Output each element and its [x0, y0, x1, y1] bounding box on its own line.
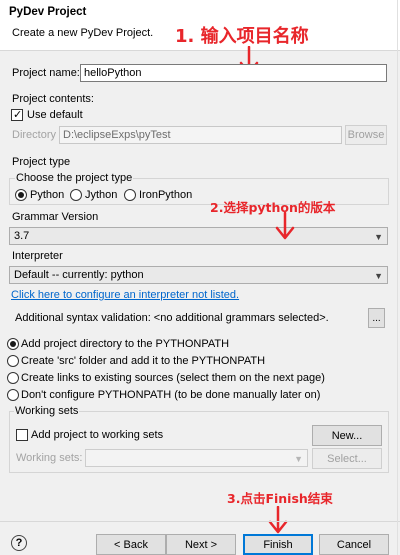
radio-jython[interactable]: [70, 189, 82, 201]
syntax-validation-button[interactable]: ...: [368, 308, 385, 328]
add-to-working-sets-label: Add project to working sets: [31, 429, 164, 441]
interpreter-label: Interpreter: [12, 250, 63, 262]
radio-create-links-label: Create links to existing sources (select…: [21, 372, 325, 384]
radio-ironpython-label: IronPython: [139, 189, 193, 201]
grammar-version-select[interactable]: 3.7 ▼: [9, 227, 388, 245]
chevron-down-icon: ▼: [374, 271, 383, 281]
working-sets-select[interactable]: ▼: [85, 449, 308, 467]
add-to-working-sets-checkbox[interactable]: [16, 429, 28, 441]
annotation-step1: 1. 输入项目名称: [175, 26, 309, 47]
grammar-version-value: 3.7: [14, 230, 30, 242]
next-button[interactable]: Next >: [166, 534, 236, 555]
chevron-down-icon: ▼: [374, 232, 383, 242]
directory-input[interactable]: D:\eclipseExps\pyTest: [59, 126, 342, 144]
radio-dont-configure[interactable]: [7, 389, 19, 401]
cancel-button[interactable]: Cancel: [319, 534, 389, 555]
radio-ironpython[interactable]: [124, 189, 136, 201]
back-button[interactable]: < Back: [96, 534, 166, 555]
footer-separator: [0, 521, 400, 522]
grammar-version-label: Grammar Version: [12, 211, 99, 223]
annotation-arrow-3: [268, 506, 288, 534]
radio-create-links[interactable]: [7, 372, 19, 384]
radio-add-project-dir[interactable]: [7, 338, 19, 350]
dialog-title: PyDev Project: [9, 6, 87, 18]
syntax-validation-label: Additional syntax validation: <no additi…: [15, 312, 329, 324]
radio-python-label: Python: [30, 189, 65, 201]
directory-label: Directory: [12, 129, 57, 141]
use-default-label: Use default: [27, 109, 83, 121]
project-type-group-label: Choose the project type: [15, 172, 134, 184]
project-name-input[interactable]: helloPython: [80, 64, 387, 82]
radio-create-src-label: Create 'src' folder and add it to the PY…: [21, 355, 266, 367]
help-icon[interactable]: ?: [11, 535, 27, 551]
annotation-step3: 3.点击Finish结束: [227, 491, 333, 506]
project-type-heading: Project type: [12, 156, 71, 168]
radio-create-src[interactable]: [7, 355, 19, 367]
radio-selected-dot: [18, 192, 24, 198]
annotation-step2: 2.选择python的版本: [210, 200, 336, 215]
radio-jython-label: Jython: [85, 189, 118, 201]
working-sets-label: Working sets:: [16, 452, 83, 464]
radio-python[interactable]: [15, 189, 27, 201]
working-sets-group-label: Working sets: [14, 405, 80, 417]
finish-button[interactable]: Finish: [243, 534, 313, 555]
radio-selected-dot: [10, 341, 16, 347]
radio-dont-configure-label: Don't configure PYTHONPATH (to be done m…: [21, 389, 321, 401]
use-default-checkbox[interactable]: ✓: [11, 109, 23, 121]
chevron-down-icon: ▼: [294, 454, 303, 464]
project-name-label: Project name:: [12, 67, 80, 79]
window-edge: [397, 0, 398, 555]
new-working-set-button[interactable]: New...: [312, 425, 382, 446]
dialog-description: Create a new PyDev Project.: [12, 27, 154, 39]
radio-add-project-dir-label: Add project directory to the PYTHONPATH: [21, 338, 230, 350]
project-contents-heading: Project contents:: [12, 93, 94, 105]
annotation-arrow-2: [275, 212, 295, 240]
checkmark-icon: ✓: [13, 109, 23, 121]
select-working-sets-button[interactable]: Select...: [312, 448, 382, 469]
configure-interpreter-link[interactable]: Click here to configure an interpreter n…: [11, 289, 239, 301]
interpreter-select[interactable]: Default -- currently: python ▼: [9, 266, 388, 284]
interpreter-value: Default -- currently: python: [14, 269, 144, 281]
browse-button[interactable]: Browse: [345, 125, 387, 145]
